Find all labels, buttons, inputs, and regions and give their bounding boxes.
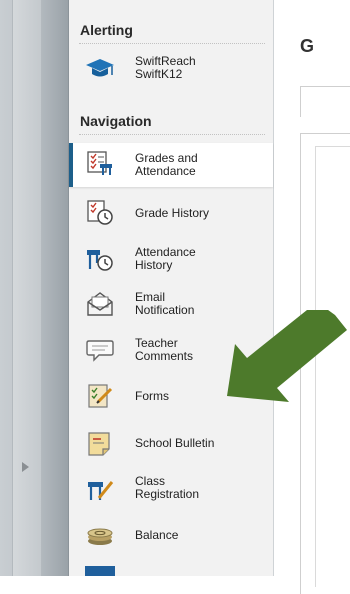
grade-history-icon <box>87 200 113 225</box>
sidebar-item-label: Class Registration <box>135 474 200 501</box>
content-tab-strip <box>300 86 350 117</box>
sidebar-item-label: SwiftReach SwiftK12 <box>135 54 196 81</box>
sidebar-item-attendance-history[interactable]: Attendance History <box>69 239 273 279</box>
sidebar-item-label: Attendance History <box>135 245 196 272</box>
sidebar-item-grade-history[interactable]: Grade History <box>69 193 273 233</box>
sidebar-item-school-bulletin[interactable]: School Bulletin <box>69 423 273 463</box>
gutter-track <box>12 0 42 576</box>
sidebar-item-label: Teacher Comments <box>135 336 194 363</box>
sidebar-item-label: School Bulletin <box>135 436 215 450</box>
left-gutter <box>0 0 69 576</box>
section-divider <box>79 43 265 44</box>
sidebar-item-label: Forms <box>135 389 169 403</box>
sidebar-item-label: Balance <box>135 528 179 542</box>
sidebar-item-class-registration[interactable]: Class Registration <box>69 468 273 508</box>
sidebar-item-label: Grade History <box>135 206 210 220</box>
graduation-cap-icon <box>86 59 114 77</box>
page-title: G <box>300 36 315 56</box>
navigation-sidebar: Alerting SwiftReach SwiftK12 Navigation … <box>69 0 274 576</box>
class-registration-icon <box>88 481 114 500</box>
sidebar-item-swiftreach[interactable]: SwiftReach SwiftK12 <box>69 48 273 88</box>
grades-attendance-icon <box>87 151 112 175</box>
sidebar-item-grades-attendance[interactable]: Grades and Attendance <box>69 143 273 187</box>
email-icon <box>87 292 113 316</box>
alerting-title: Alerting <box>80 22 133 38</box>
bulletin-icon <box>88 432 110 456</box>
partial-next-item-icon <box>85 566 115 576</box>
attendance-history-icon <box>87 250 113 271</box>
coins-icon <box>87 528 113 545</box>
navigation-title: Navigation <box>80 113 152 129</box>
sidebar-item-balance[interactable]: Balance <box>69 515 273 555</box>
sidebar-item-label: Email Notification <box>135 290 195 317</box>
comment-bubble-icon <box>86 340 114 362</box>
green-pointer-arrow-icon <box>227 310 347 402</box>
sidebar-item-label: Grades and Attendance <box>135 151 198 178</box>
expand-arrow-icon[interactable] <box>22 462 29 472</box>
forms-icon <box>88 384 113 408</box>
section-divider <box>79 134 265 135</box>
